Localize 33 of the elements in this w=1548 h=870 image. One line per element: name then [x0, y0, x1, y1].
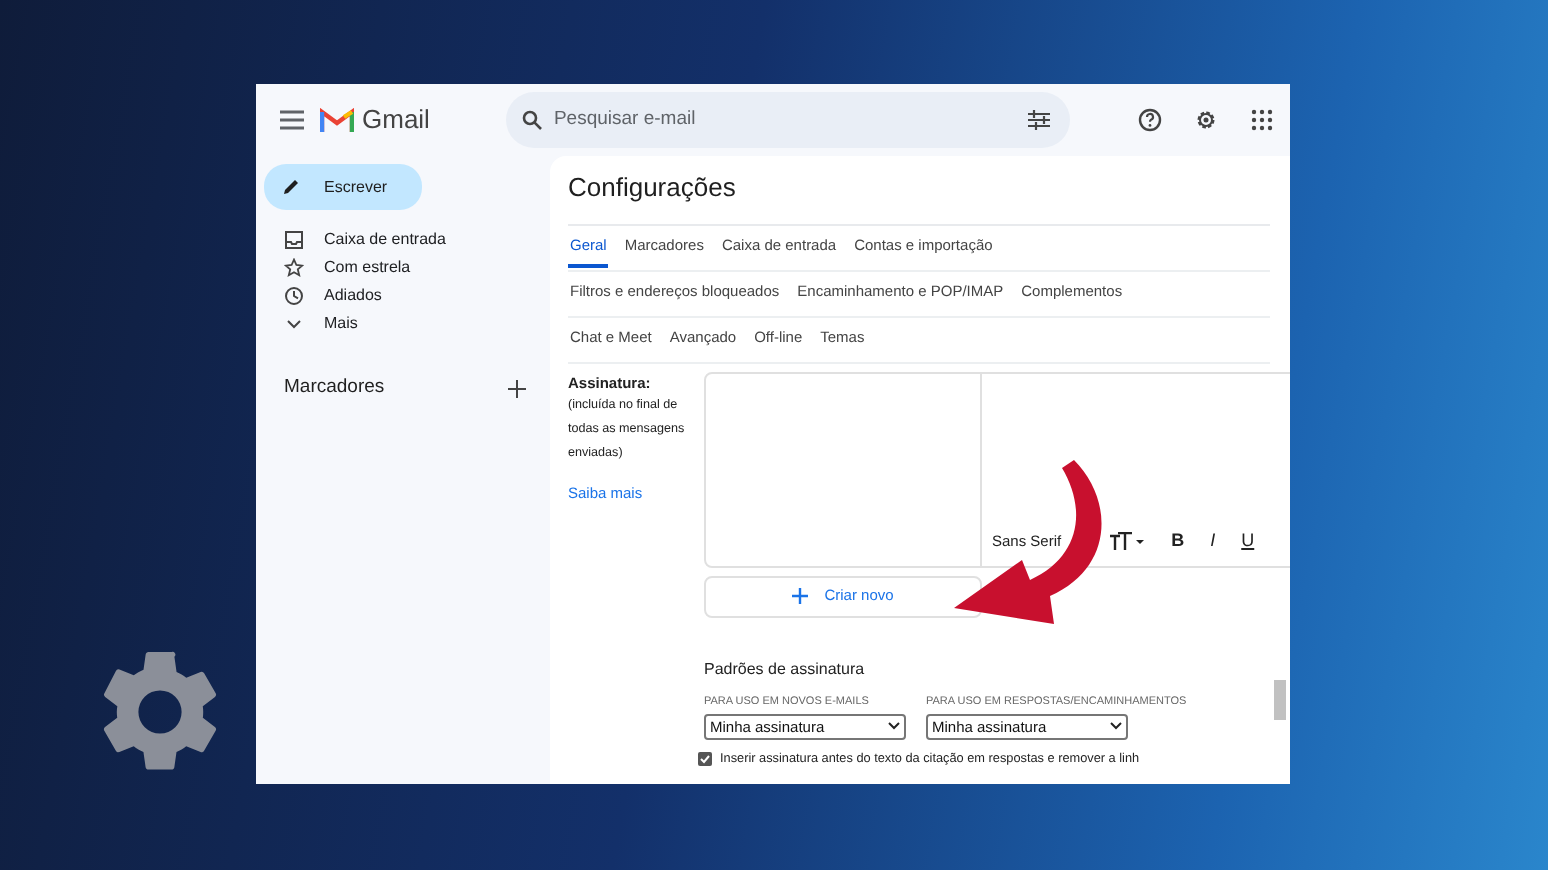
clock-icon — [284, 286, 304, 306]
star-icon — [284, 258, 304, 278]
page-title: Configurações — [568, 164, 1270, 225]
text-size-icon[interactable] — [1109, 532, 1146, 550]
app-name: Gmail — [362, 102, 430, 139]
envelope-logo-icon — [320, 107, 354, 133]
chevron-down-icon — [284, 314, 304, 334]
menu-icon[interactable] — [280, 110, 304, 130]
help-icon[interactable] — [1138, 108, 1162, 132]
format-button[interactable]: U — [1241, 527, 1255, 555]
pencil-icon — [282, 178, 300, 196]
nav-item[interactable]: Caixa de entrada — [264, 226, 550, 254]
section-heading: Marcadores — [284, 374, 385, 402]
checkbox[interactable] — [698, 752, 712, 767]
nav-item[interactable]: Adiados — [264, 282, 550, 310]
search-icon — [521, 110, 542, 130]
plus-icon — [792, 588, 809, 604]
plus-icon[interactable] — [508, 379, 526, 398]
inbox-icon — [284, 230, 304, 250]
format-button[interactable]: B — [1171, 527, 1185, 555]
nav-item[interactable]: Com estrela — [264, 254, 550, 282]
compose-button[interactable]: Escrever — [264, 164, 422, 210]
nav-item[interactable]: Mais — [264, 310, 550, 338]
chevron-down-icon — [888, 722, 900, 731]
search-field[interactable]: Pesquisar e-mail — [505, 92, 1070, 148]
search-input[interactable]: Pesquisar e-mail — [553, 105, 1016, 135]
section-heading: Padrões de assinatura — [704, 657, 867, 681]
apps-grid-icon[interactable] — [1250, 108, 1274, 132]
filter-sliders-icon[interactable] — [1027, 110, 1050, 130]
format-button[interactable]: I — [1210, 527, 1216, 555]
chevron-down-icon — [1110, 722, 1122, 731]
scrollbar-thumb — [1274, 680, 1286, 720]
settings-icon[interactable] — [1194, 108, 1218, 132]
